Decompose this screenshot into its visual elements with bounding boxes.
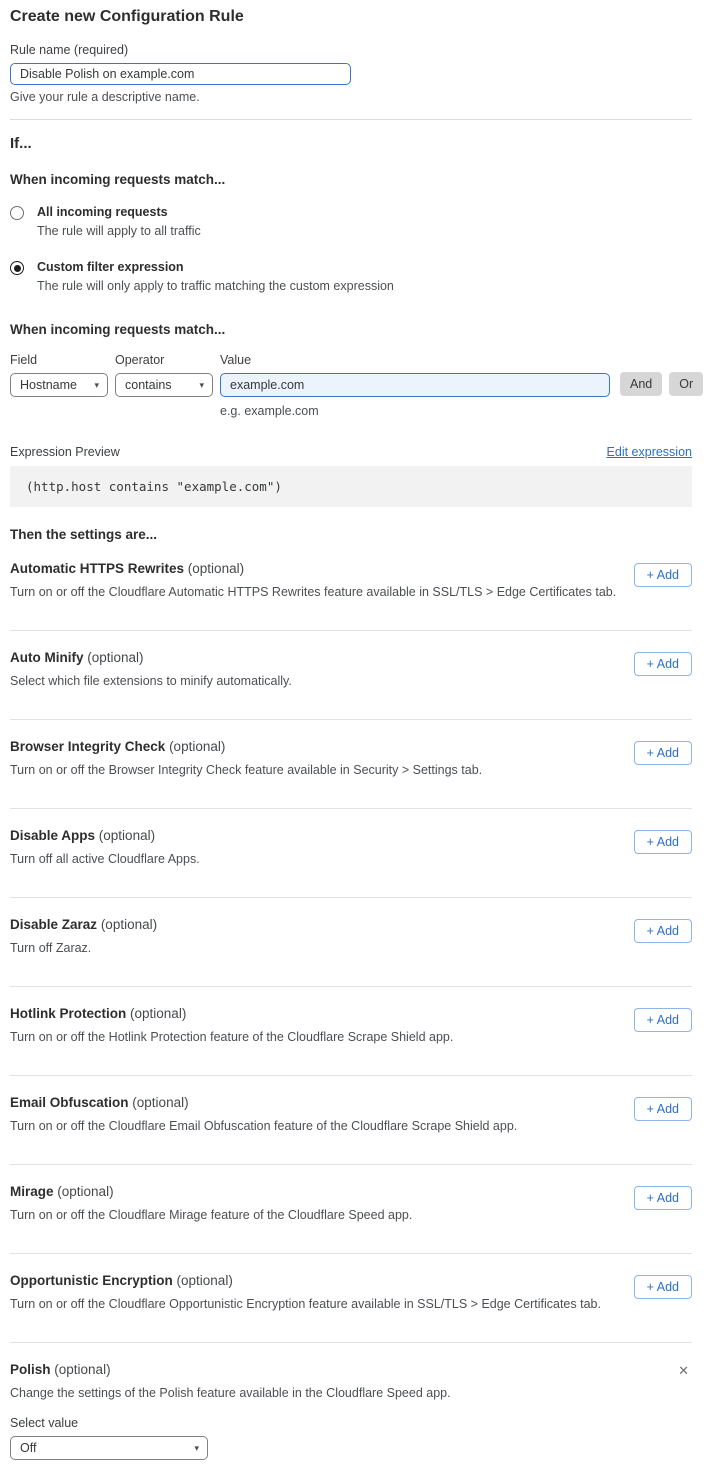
setting-auto-minify: Auto Minify (optional) Select which file… — [10, 631, 692, 720]
field-column: Field Hostname ▾ — [10, 353, 108, 397]
divider — [10, 119, 692, 120]
expression-preview-row: Expression Preview Edit expression — [10, 445, 692, 459]
setting-description: Turn on or off the Cloudflare Automatic … — [10, 585, 616, 599]
setting-description: Turn on or off the Cloudflare Opportunis… — [10, 1297, 601, 1311]
setting-description: Turn off Zaraz. — [10, 941, 157, 955]
add-button[interactable]: + Add — [634, 652, 692, 676]
setting-email-obfuscation: Email Obfuscation (optional) Turn on or … — [10, 1076, 692, 1165]
setting-title: Mirage (optional) — [10, 1184, 412, 1199]
add-button[interactable]: + Add — [634, 563, 692, 587]
select-value-label: Select value — [10, 1416, 692, 1430]
add-button[interactable]: + Add — [634, 1275, 692, 1299]
rule-name-group: Rule name (required) Give your rule a de… — [10, 43, 692, 104]
expression-preview-code: (http.host contains "example.com") — [10, 466, 692, 507]
setting-title: Polish (optional) — [10, 1362, 451, 1377]
add-button[interactable]: + Add — [634, 1097, 692, 1121]
setting-browser-integrity-check: Browser Integrity Check (optional) Turn … — [10, 720, 692, 809]
value-input[interactable] — [220, 373, 610, 397]
caret-down-icon: ▾ — [194, 1443, 199, 1454]
page-title: Create new Configuration Rule — [10, 8, 692, 26]
setting-description: Change the settings of the Polish featur… — [10, 1386, 451, 1400]
setting-title: Auto Minify (optional) — [10, 650, 292, 665]
value-help: e.g. example.com — [220, 404, 610, 418]
setting-title: Disable Zaraz (optional) — [10, 917, 157, 932]
polish-select-value: Off — [20, 1441, 36, 1455]
expression-builder-row: Field Hostname ▾ Operator contains ▾ Val… — [10, 353, 692, 418]
or-button[interactable]: Or — [669, 372, 703, 396]
radio-all-incoming-requests[interactable]: All incoming requests The rule will appl… — [10, 205, 692, 238]
radio-button-icon[interactable] — [10, 206, 24, 220]
caret-down-icon: ▾ — [94, 380, 99, 391]
operator-select-value: contains — [125, 378, 172, 392]
value-column: Value e.g. example.com — [220, 353, 610, 418]
field-label: Field — [10, 353, 108, 367]
setting-automatic-https-rewrites: Automatic HTTPS Rewrites (optional) Turn… — [10, 542, 692, 631]
close-icon[interactable]: ✕ — [678, 1364, 689, 1377]
setting-opportunistic-encryption: Opportunistic Encryption (optional) Turn… — [10, 1254, 692, 1343]
setting-description: Turn on or off the Browser Integrity Che… — [10, 763, 482, 777]
radio-label: All incoming requests — [37, 205, 201, 219]
radio-button-icon[interactable] — [10, 261, 24, 275]
expression-builder-heading: When incoming requests match... — [10, 322, 692, 337]
rule-name-help: Give your rule a descriptive name. — [10, 90, 692, 104]
setting-description: Turn off all active Cloudflare Apps. — [10, 852, 200, 866]
field-select[interactable]: Hostname ▾ — [10, 373, 108, 397]
setting-description: Select which file extensions to minify a… — [10, 674, 292, 688]
add-button[interactable]: + Add — [634, 1008, 692, 1032]
if-heading: If... — [10, 135, 692, 152]
setting-description: Turn on or off the Cloudflare Mirage fea… — [10, 1208, 412, 1222]
setting-title: Email Obfuscation (optional) — [10, 1095, 517, 1110]
setting-hotlink-protection: Hotlink Protection (optional) Turn on or… — [10, 987, 692, 1076]
add-button[interactable]: + Add — [634, 830, 692, 854]
radio-label: Custom filter expression — [37, 260, 394, 274]
setting-title: Hotlink Protection (optional) — [10, 1006, 453, 1021]
setting-disable-apps: Disable Apps (optional) Turn off all act… — [10, 809, 692, 898]
setting-description: Turn on or off the Cloudflare Email Obfu… — [10, 1119, 517, 1133]
radio-description: The rule will apply to all traffic — [37, 224, 201, 238]
polish-value-select[interactable]: Off ▾ — [10, 1436, 208, 1460]
and-button[interactable]: And — [620, 372, 662, 396]
radio-description: The rule will only apply to traffic matc… — [37, 279, 394, 293]
setting-polish: Polish (optional) Change the settings of… — [10, 1343, 692, 1460]
value-label: Value — [220, 353, 610, 367]
setting-description: Turn on or off the Hotlink Protection fe… — [10, 1030, 453, 1044]
create-configuration-rule-page: Create new Configuration Rule Rule name … — [0, 0, 705, 1470]
incoming-requests-match-heading: When incoming requests match... — [10, 172, 692, 187]
add-button[interactable]: + Add — [634, 919, 692, 943]
then-settings-heading: Then the settings are... — [10, 527, 692, 542]
caret-down-icon: ▾ — [199, 380, 204, 391]
edit-expression-link[interactable]: Edit expression — [607, 445, 692, 459]
expression-preview-label: Expression Preview — [10, 445, 120, 459]
operator-column: Operator contains ▾ — [115, 353, 213, 397]
radio-custom-filter-expression[interactable]: Custom filter expression The rule will o… — [10, 260, 692, 293]
setting-disable-zaraz: Disable Zaraz (optional) Turn off Zaraz.… — [10, 898, 692, 987]
add-button[interactable]: + Add — [634, 1186, 692, 1210]
setting-title: Disable Apps (optional) — [10, 828, 200, 843]
rule-name-input[interactable] — [10, 63, 351, 85]
rule-name-label: Rule name (required) — [10, 43, 692, 57]
add-button[interactable]: + Add — [634, 741, 692, 765]
setting-title: Opportunistic Encryption (optional) — [10, 1273, 601, 1288]
setting-mirage: Mirage (optional) Turn on or off the Clo… — [10, 1165, 692, 1254]
setting-title: Automatic HTTPS Rewrites (optional) — [10, 561, 616, 576]
match-type-radio-group: All incoming requests The rule will appl… — [10, 205, 692, 293]
operator-label: Operator — [115, 353, 213, 367]
field-select-value: Hostname — [20, 378, 77, 392]
setting-title: Browser Integrity Check (optional) — [10, 739, 482, 754]
operator-select[interactable]: contains ▾ — [115, 373, 213, 397]
